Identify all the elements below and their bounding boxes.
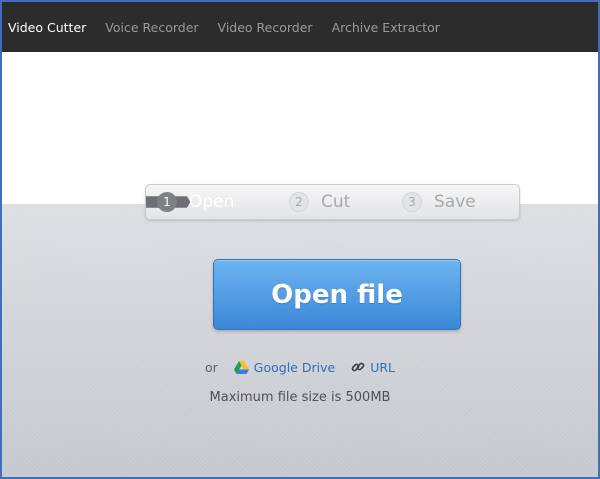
or-text: or bbox=[205, 359, 218, 375]
nav-item-video-recorder[interactable]: Video Recorder bbox=[218, 20, 313, 35]
step-open: 1 Open bbox=[157, 185, 234, 219]
step-number: 1 bbox=[157, 192, 177, 212]
step-save: 3 Save bbox=[402, 185, 476, 219]
google-drive-icon bbox=[233, 360, 249, 374]
step-number: 3 bbox=[402, 192, 422, 212]
step-cut: 2 Cut bbox=[289, 185, 350, 219]
url-link[interactable]: URL bbox=[351, 360, 395, 375]
top-nav: Video Cutter Voice Recorder Video Record… bbox=[2, 2, 598, 52]
google-drive-label[interactable]: Google Drive bbox=[254, 360, 335, 375]
link-icon bbox=[351, 360, 365, 374]
step-number: 2 bbox=[289, 192, 309, 212]
nav-item-archive-extractor[interactable]: Archive Extractor bbox=[332, 20, 440, 35]
step-label: Open bbox=[189, 192, 235, 212]
app-window: Video Cutter Voice Recorder Video Record… bbox=[0, 0, 600, 479]
max-file-size-note: Maximum file size is 500MB bbox=[209, 390, 391, 405]
nav-item-video-cutter[interactable]: Video Cutter bbox=[8, 20, 86, 35]
step-label: Save bbox=[434, 192, 476, 212]
open-file-button[interactable]: Open file bbox=[213, 259, 461, 330]
url-label[interactable]: URL bbox=[370, 360, 395, 375]
nav-item-voice-recorder[interactable]: Voice Recorder bbox=[105, 20, 198, 35]
upload-area bbox=[2, 204, 598, 477]
alternative-sources: or Google Drive URL bbox=[2, 358, 598, 376]
step-progress-bar: 1 Open 2 Cut 3 Save bbox=[145, 184, 520, 220]
step-label: Cut bbox=[321, 192, 351, 212]
google-drive-link[interactable]: Google Drive bbox=[233, 360, 335, 375]
